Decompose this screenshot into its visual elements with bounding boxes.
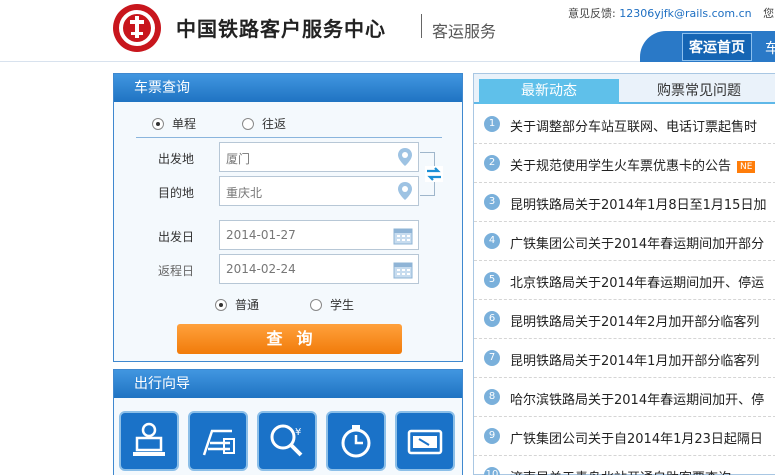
news-tabs: 最新动态 购票常见问题 xyxy=(474,74,775,104)
news-link[interactable]: 关于规范使用学生火车票优惠卡的公告 NE xyxy=(510,155,756,174)
news-item[interactable]: 4 广铁集团公司关于2014年春运期间加开部分 xyxy=(474,222,775,261)
depart-date-label: 出发日 xyxy=(158,230,195,244)
news-number: 5 xyxy=(484,272,500,288)
news-item[interactable]: 8 哈尔滨铁路局关于2014年春运期间加开、停 xyxy=(474,378,775,417)
feedback-email-link[interactable]: 12306yjfk@rails.com.cn xyxy=(619,7,751,20)
brand-title: 中国铁路客户服务中心 xyxy=(176,17,386,41)
news-item[interactable]: 3 昆明铁路局关于2014年1月8日至1月15日加 xyxy=(474,183,775,222)
guide-tile-timetable[interactable] xyxy=(326,411,386,471)
news-item[interactable]: 6 昆明铁路局关于2014年2月加开部分临客列 xyxy=(474,300,775,339)
news-item[interactable]: 9 广铁集团公司关于自2014年1月23日起隔日 xyxy=(474,417,775,456)
svg-text:¥: ¥ xyxy=(295,427,301,438)
depart-date-value: 2014-01-27 xyxy=(226,228,296,242)
to-station-input[interactable]: 重庆北 xyxy=(219,176,419,206)
news-number: 3 xyxy=(484,194,500,210)
ticket-type-student[interactable]: 学生 xyxy=(310,296,354,313)
news-number: 8 xyxy=(484,389,500,405)
location-pin-icon[interactable] xyxy=(398,148,412,166)
ticket-query-panel: 车票查询 单程 往返 出发地 厦门 目的地 重庆北 出发日 2014-01-27… xyxy=(113,73,463,362)
news-number: 7 xyxy=(484,350,500,366)
railway-logo[interactable] xyxy=(113,4,161,52)
railway-emblem-icon xyxy=(130,16,144,38)
radio-student[interactable] xyxy=(310,298,322,311)
calendar-icon[interactable] xyxy=(393,260,413,279)
news-item[interactable]: 1 关于调整部分车站互联网、电话订票起售时 xyxy=(474,105,775,144)
new-badge: NE xyxy=(737,160,756,173)
swap-stations-icon[interactable] xyxy=(425,166,443,182)
brand-subtitle: 客运服务 xyxy=(432,22,497,41)
ticket-icon xyxy=(407,429,443,455)
to-label: 目的地 xyxy=(158,186,195,200)
feedback-bar: 意见反馈: 12306yjfk@rails.com.cn 您 xyxy=(568,5,774,21)
news-item[interactable]: 10 济南局关于青岛北站开通自助客票查询 xyxy=(474,456,775,475)
news-link[interactable]: 济南局关于青岛北站开通自助客票查询 xyxy=(510,467,731,475)
tab-ticket-faq[interactable]: 购票常见问题 xyxy=(624,79,774,104)
return-date-value: 2014-02-24 xyxy=(226,262,296,276)
radio-oneway[interactable] xyxy=(152,117,164,130)
route-icon xyxy=(202,429,235,456)
news-link[interactable]: 广铁集团公司关于2014年春运期间加开部分 xyxy=(510,233,764,252)
news-number: 2 xyxy=(484,155,500,171)
news-link[interactable]: 哈尔滨铁路局关于2014年春运期间加开、停 xyxy=(510,389,764,408)
ticket-type-label: 学生 xyxy=(330,298,355,312)
station-icon xyxy=(133,422,165,456)
from-label: 出发地 xyxy=(158,152,195,166)
news-item[interactable]: 5 北京铁路局关于2014年春运期间加开、停运 xyxy=(474,261,775,300)
guide-tiles: ¥ xyxy=(119,411,455,471)
trip-option-oneway[interactable]: 单程 xyxy=(152,115,196,132)
radio-roundtrip[interactable] xyxy=(242,117,254,130)
radio-normal[interactable] xyxy=(215,298,227,311)
news-number: 6 xyxy=(484,311,500,327)
feedback-label: 意见反馈: xyxy=(568,7,616,20)
news-number: 10 xyxy=(484,467,500,475)
news-link[interactable]: 昆明铁路局关于2014年2月加开部分临客列 xyxy=(510,311,759,330)
ticket-query-title: 车票查询 xyxy=(114,74,462,102)
travel-guide-title: 出行向导 xyxy=(114,370,462,398)
timetable-clock-icon xyxy=(341,425,371,458)
news-link[interactable]: 广铁集团公司关于自2014年1月23日起隔日 xyxy=(510,428,763,447)
trip-option-label: 单程 xyxy=(172,117,197,131)
site-header: 中国铁路客户服务中心 客运服务 意见反馈: 12306yjfk@rails.co… xyxy=(0,0,775,62)
news-item[interactable]: 2 关于规范使用学生火车票优惠卡的公告 NE xyxy=(474,144,775,183)
from-station-input[interactable]: 厦门 xyxy=(219,142,419,172)
news-number: 1 xyxy=(484,116,500,132)
guide-tile-route[interactable] xyxy=(188,411,248,471)
travel-guide-panel: 出行向导 ¥ xyxy=(113,369,463,475)
news-number: 9 xyxy=(484,428,500,444)
to-station-value: 重庆北 xyxy=(226,186,263,200)
news-panel: 最新动态 购票常见问题 1 关于调整部分车站互联网、电话订票起售时 2 关于规范使用… xyxy=(473,73,775,475)
return-date-input[interactable]: 2014-02-24 xyxy=(219,254,419,284)
trip-option-roundtrip[interactable]: 往返 xyxy=(242,115,286,132)
price-search-icon: ¥ xyxy=(270,424,303,457)
query-button[interactable]: 查询 xyxy=(177,324,402,354)
news-link[interactable]: 关于调整部分车站互联网、电话订票起售时 xyxy=(510,116,757,135)
news-link[interactable]: 北京铁路局关于2014年春运期间加开、停运 xyxy=(510,272,764,291)
ticket-type-normal[interactable]: 普通 xyxy=(215,296,259,313)
location-pin-icon[interactable] xyxy=(398,182,412,200)
ticket-type-label: 普通 xyxy=(235,298,260,312)
depart-date-input[interactable]: 2014-01-27 xyxy=(219,220,419,250)
news-number: 4 xyxy=(484,233,500,249)
guide-tile-station[interactable] xyxy=(119,411,179,471)
news-item[interactable]: 7 昆明铁路局关于2014年1月加开部分临客列 xyxy=(474,339,775,378)
calendar-icon[interactable] xyxy=(393,226,413,245)
brand-divider xyxy=(421,14,422,38)
guide-tile-price[interactable]: ¥ xyxy=(257,411,317,471)
page: 中国铁路客户服务中心 客运服务 意见反馈: 12306yjfk@rails.co… xyxy=(0,0,775,475)
news-link[interactable]: 昆明铁路局关于2014年1月加开部分临客列 xyxy=(510,350,759,369)
guide-tile-ticket[interactable] xyxy=(395,411,455,471)
news-link[interactable]: 昆明铁路局关于2014年1月8日至1月15日加 xyxy=(510,194,766,213)
nav-tab-home[interactable]: 客运首页 xyxy=(682,33,752,61)
return-date-label: 返程日 xyxy=(158,264,195,278)
divider xyxy=(136,137,442,138)
tab-latest-news[interactable]: 最新动态 xyxy=(479,79,619,104)
feedback-trailing: 您 xyxy=(763,7,775,20)
trip-option-label: 往返 xyxy=(262,117,287,131)
from-station-value: 厦门 xyxy=(226,152,251,166)
news-link-text[interactable]: 关于规范使用学生火车票优惠卡的公告 xyxy=(510,159,731,174)
nav-tab-next[interactable]: 车 xyxy=(765,38,775,58)
news-list: 1 关于调整部分车站互联网、电话订票起售时 2 关于规范使用学生火车票优惠卡的公告 N… xyxy=(474,105,775,475)
